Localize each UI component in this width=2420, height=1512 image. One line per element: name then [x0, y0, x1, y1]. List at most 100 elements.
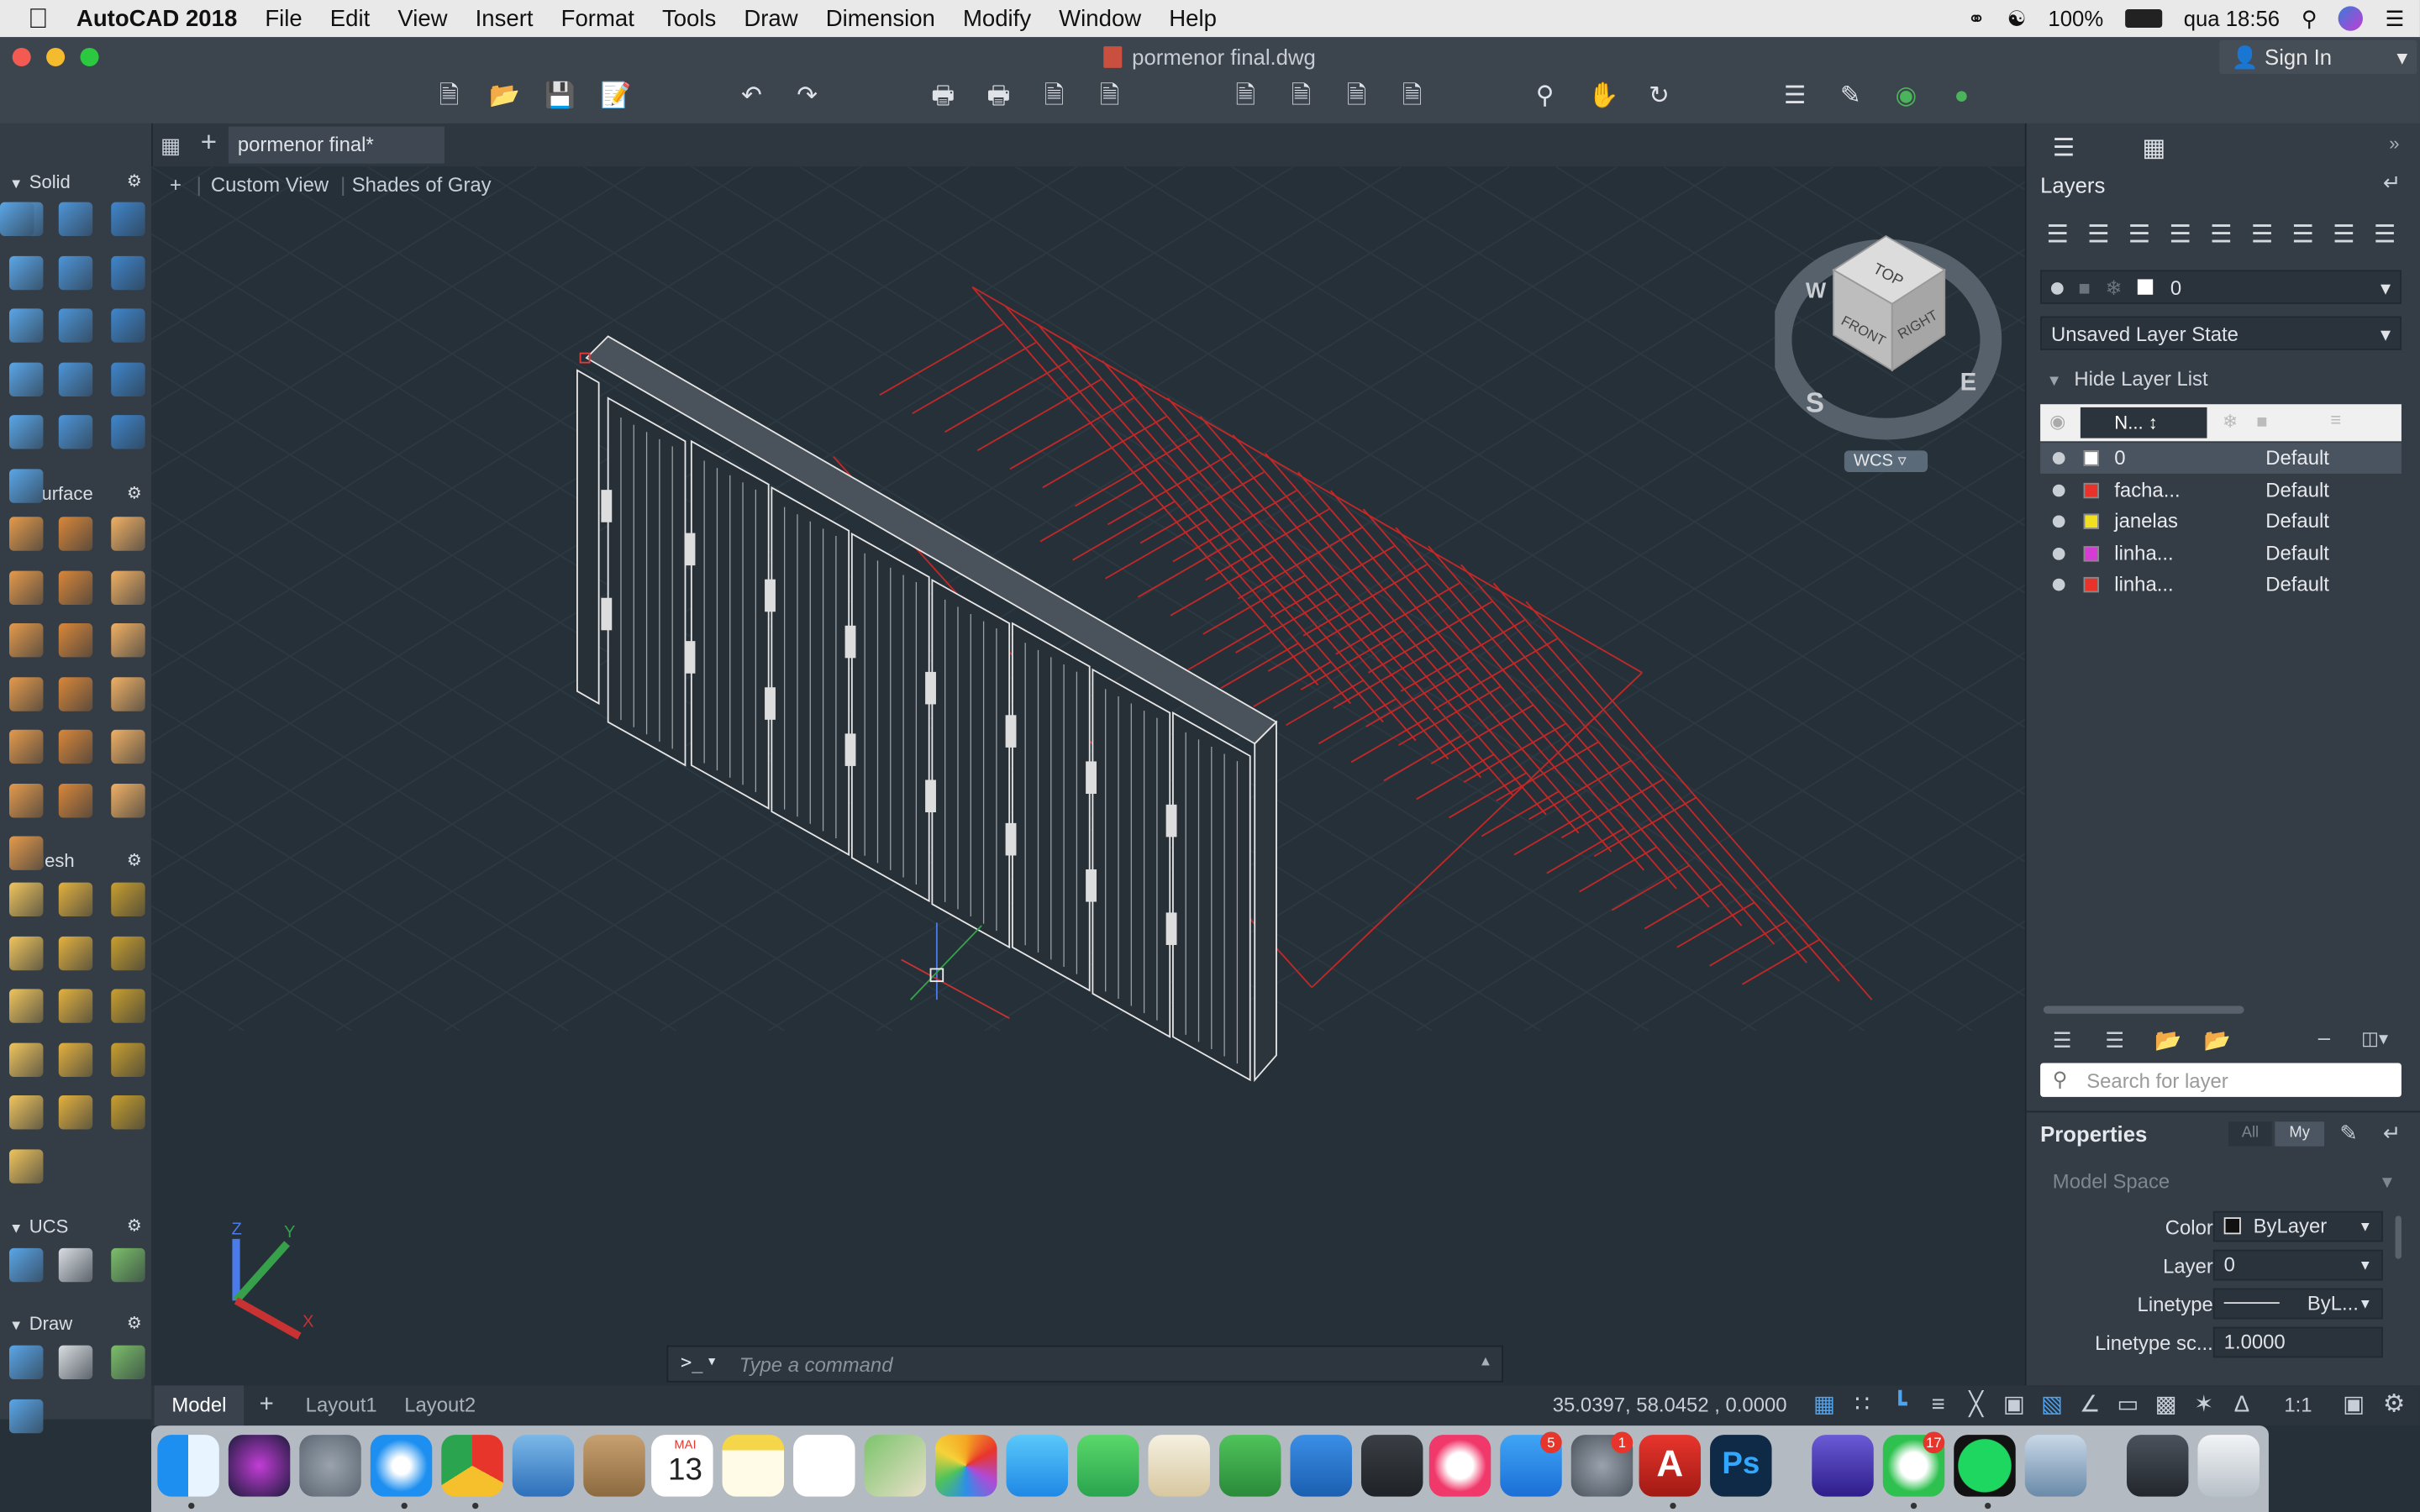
safari-icon[interactable]	[370, 1435, 433, 1497]
current-layer-dropdown[interactable]: ■ ❄ 0 ▾	[2040, 270, 2402, 304]
siri-icon[interactable]	[228, 1435, 291, 1497]
palette-tool-icon[interactable]	[111, 882, 145, 916]
layer-color-swatch[interactable]	[2083, 482, 2099, 498]
layer-color-swatch[interactable]	[2083, 450, 2099, 466]
more-columns-icon[interactable]: ≡	[2330, 409, 2341, 431]
palette-tool-icon[interactable]	[111, 989, 145, 1023]
battery-icon[interactable]	[2124, 9, 2162, 29]
palette-section-solid[interactable]: ▼ Solid ⚙	[0, 166, 151, 197]
visibility-icon[interactable]	[2052, 452, 2065, 465]
layer-row[interactable]: linha... Default	[2040, 538, 2402, 570]
viewport-menu-button[interactable]: +	[170, 173, 182, 197]
collapse-chevron-icon[interactable]: »	[2389, 133, 2399, 155]
numbers-icon[interactable]	[1218, 1435, 1281, 1497]
palette-tool-icon[interactable]	[58, 1095, 93, 1130]
palette-tool-icon[interactable]	[111, 1095, 145, 1130]
viewcube[interactable]: TOP FRONT RIGHT W S E	[1775, 223, 2007, 486]
compass-south[interactable]: S	[1806, 387, 1824, 418]
palette-section-draw[interactable]: ▼ Draw ⚙	[0, 1309, 151, 1340]
new-filter-icon[interactable]: 📂	[2204, 1027, 2231, 1053]
layer-tool-icon[interactable]: ☰	[2087, 219, 2109, 250]
layer-name[interactable]: linha...	[2114, 538, 2173, 570]
spotlight-icon[interactable]: ⚲	[2302, 5, 2317, 31]
layer-tool-icon[interactable]: ☰	[2046, 219, 2068, 250]
menu-draw[interactable]: Draw	[730, 5, 812, 31]
status-toggle-icon[interactable]: ┗	[1885, 1390, 1916, 1421]
layer-properties-icon[interactable]: ☰	[1778, 81, 1812, 114]
new-tab-button[interactable]: +	[201, 127, 217, 160]
pin-icon[interactable]: ↵	[2383, 170, 2402, 196]
status-toggle-icon[interactable]: ▩	[2150, 1390, 2181, 1421]
status-toggle-icon[interactable]: ∆	[2227, 1390, 2258, 1421]
palette-tool-icon[interactable]	[111, 935, 145, 970]
sign-in-button[interactable]: 👤 Sign In ▾	[2219, 39, 2417, 75]
palette-tool-icon[interactable]	[58, 989, 93, 1023]
menu-dimension[interactable]: Dimension	[812, 5, 949, 31]
apple-icon[interactable]: 	[0, 3, 62, 35]
palette-tool-icon[interactable]	[9, 517, 44, 551]
layer-row[interactable]: facha... Default	[2040, 475, 2402, 506]
layer-linetype[interactable]: Default	[2265, 507, 2329, 538]
workspace-icon[interactable]: ▣	[2343, 1390, 2365, 1418]
palette-tool-icon[interactable]	[111, 255, 145, 290]
chrome-icon[interactable]	[441, 1435, 503, 1497]
viewport-controls[interactable]: + | Custom View | Shades of Gray	[170, 173, 492, 197]
property-value[interactable]: 1.0000	[2212, 1326, 2383, 1358]
menu-insert[interactable]: Insert	[461, 5, 547, 31]
palette-tool-icon[interactable]	[111, 1247, 145, 1283]
tab-model[interactable]: Model	[154, 1385, 245, 1426]
status-toggle-icon[interactable]: ╳	[1960, 1390, 1991, 1421]
siri-icon[interactable]	[2338, 6, 2364, 31]
palette-tool-icon[interactable]	[58, 1247, 93, 1283]
plot-icon[interactable]: 🖶	[926, 81, 960, 114]
palette-tool-icon[interactable]	[111, 517, 145, 551]
save-as-icon[interactable]: 📝	[599, 81, 633, 114]
palette-tool-icon[interactable]	[9, 882, 44, 916]
launchpad-icon[interactable]	[299, 1435, 361, 1497]
layer-row[interactable]: linha... Default	[2040, 570, 2402, 601]
tab-layout2[interactable]: Layout2	[404, 1385, 476, 1425]
maps-icon[interactable]	[864, 1435, 927, 1497]
keynote-icon[interactable]	[1290, 1435, 1352, 1497]
palette-tool-icon[interactable]	[58, 935, 93, 970]
visibility-icon[interactable]	[2052, 515, 2065, 528]
command-prompt[interactable]: >_	[681, 1352, 703, 1373]
palette-tool-icon[interactable]	[58, 882, 93, 916]
palette-tool-icon[interactable]	[111, 361, 145, 396]
open-folder-icon[interactable]: 📂	[487, 81, 521, 114]
palette-tool-icon[interactable]	[58, 1042, 93, 1077]
scope-dropdown[interactable]: Model Space ▾	[2040, 1167, 2402, 1198]
layer-tool-icon[interactable]: ☰	[2291, 219, 2313, 250]
new-layer-icon[interactable]: ☰	[2053, 1027, 2072, 1053]
layer-state-dropdown[interactable]: Unsaved Layer State ▾	[2040, 316, 2402, 350]
photos-icon[interactable]	[935, 1435, 997, 1497]
share-icon[interactable]: 🗎	[1395, 81, 1428, 114]
reminders-icon[interactable]	[793, 1435, 855, 1497]
status-toggle-icon[interactable]: ▭	[2112, 1390, 2144, 1421]
palette-tool-icon[interactable]	[0, 202, 34, 237]
property-value[interactable]: ByLayer ▼	[2212, 1210, 2383, 1242]
quick-select-icon[interactable]: ✎	[2339, 1120, 2358, 1146]
mail-icon[interactable]	[512, 1435, 575, 1497]
palette-tool-icon[interactable]	[9, 623, 44, 658]
menu-help[interactable]: Help	[1155, 5, 1231, 31]
layer-linetype[interactable]: Default	[2265, 443, 2329, 474]
palette-tool-icon[interactable]	[9, 1148, 44, 1183]
page-setup-icon[interactable]: 🗎	[1037, 81, 1071, 114]
finder-icon[interactable]	[157, 1435, 219, 1497]
menu-edit[interactable]: Edit	[316, 5, 384, 31]
palette-tool-icon[interactable]	[111, 623, 145, 658]
export-icon[interactable]: 🗎	[1284, 81, 1318, 114]
palette-tool-icon[interactable]	[111, 676, 145, 711]
palette-tool-icon[interactable]	[58, 202, 93, 237]
palette-tool-icon[interactable]	[9, 361, 44, 396]
menu-file[interactable]: File	[251, 5, 316, 31]
palette-tool-icon[interactable]	[9, 1247, 44, 1283]
app-menu[interactable]: AutoCAD 2018	[62, 5, 250, 31]
property-value[interactable]: ByL... ▼	[2212, 1288, 2383, 1320]
visibility-icon[interactable]	[2052, 483, 2065, 496]
eye-icon[interactable]: ◉	[2049, 411, 2065, 433]
spotify-icon[interactable]	[1954, 1435, 2016, 1497]
status-toggle-icon[interactable]: ▣	[1999, 1390, 2030, 1421]
pin-icon[interactable]: ↵	[2383, 1120, 2402, 1146]
